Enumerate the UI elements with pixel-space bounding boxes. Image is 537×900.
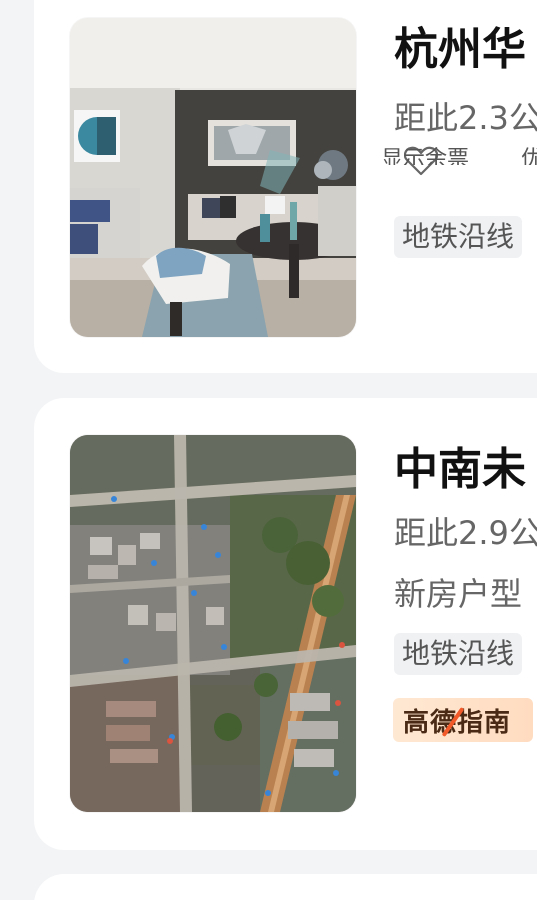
satellite-map-image: [70, 435, 356, 812]
metro-line-tag: 地铁沿线: [394, 216, 523, 258]
action-row: 显示余票 优: [381, 147, 537, 165]
show-remaining-tickets-label[interactable]: 显示余票: [381, 147, 469, 165]
metro-line-tag: 地铁沿线: [394, 633, 523, 675]
listing-title[interactable]: 中南未: [394, 448, 526, 492]
interior-room-photo[interactable]: [70, 18, 356, 337]
listing-card-partial[interactable]: [34, 874, 537, 900]
amap-guide-badge: 高德指南: [393, 698, 533, 742]
listing-title[interactable]: 杭州华: [394, 28, 526, 72]
listing-card[interactable]: 杭州华 距此2.3公 显示余票 优 地铁沿线: [34, 0, 537, 373]
satellite-map-photo[interactable]: [70, 435, 356, 812]
listing-distance: 距此2.3公: [394, 99, 537, 137]
listing-card[interactable]: 中南未 距此2.9公 新房户型 地铁沿线 高德指南: [34, 398, 537, 850]
interior-room-image: [70, 18, 356, 337]
listing-distance: 距此2.9公: [394, 514, 537, 552]
listing-feed: 杭州华 距此2.3公 显示余票 优 地铁沿线 中南未 距此2.9公 新房户型 地…: [0, 0, 537, 900]
badge-label: 高德指南: [403, 708, 512, 738]
offer-label[interactable]: 优: [521, 147, 537, 165]
new-home-layout-label: 新房户型: [394, 575, 523, 613]
